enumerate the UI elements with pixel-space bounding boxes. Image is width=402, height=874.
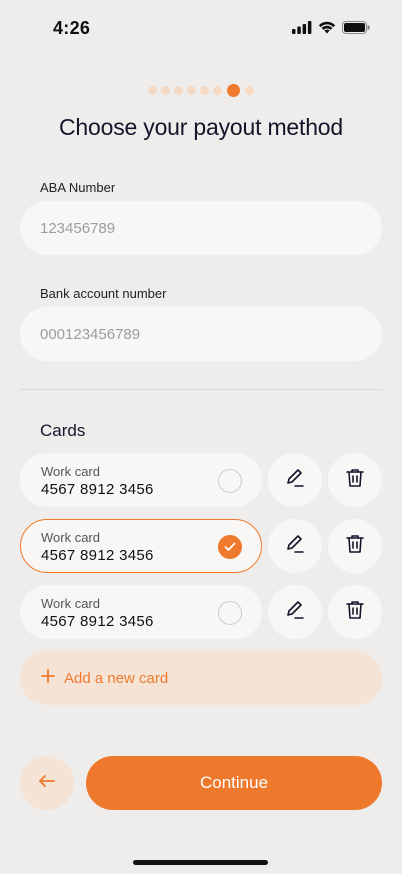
add-card-button[interactable]: Add a new card (20, 651, 382, 705)
add-card-label: Add a new card (64, 669, 169, 687)
card-option[interactable]: Work card 4567 8912 3456 (20, 585, 262, 639)
home-indicator (133, 860, 268, 865)
trash-icon (344, 599, 366, 626)
bank-account-label: Bank account number (40, 286, 167, 301)
progress-dots (0, 84, 402, 97)
delete-card-button[interactable] (328, 453, 382, 507)
continue-button[interactable]: Continue (86, 756, 382, 810)
status-time: 4:26 (53, 18, 91, 38)
card-name: Work card (41, 596, 100, 611)
check-icon (224, 542, 236, 551)
progress-dot (174, 86, 183, 95)
signal-icon (292, 21, 312, 34)
progress-dot (187, 86, 196, 95)
delete-card-button[interactable] (328, 519, 382, 573)
bank-account-input[interactable] (20, 307, 382, 361)
battery-icon (342, 21, 370, 34)
edit-card-button[interactable] (268, 453, 322, 507)
card-name: Work card (41, 530, 100, 545)
status-icons (292, 21, 370, 34)
card-name: Work card (41, 464, 100, 479)
progress-dot (161, 86, 170, 95)
progress-dot-active (227, 84, 240, 97)
aba-label: ABA Number (40, 180, 116, 195)
progress-dot (148, 86, 157, 95)
card-option[interactable]: Work card 4567 8912 3456 (20, 453, 262, 507)
page-title: Choose your payout method (59, 114, 343, 140)
plus-icon (40, 668, 56, 688)
card-number: 4567 8912 3456 (41, 481, 154, 498)
card-row: Work card 4567 8912 3456 (20, 519, 382, 573)
back-button[interactable] (20, 756, 74, 810)
card-number: 4567 8912 3456 (41, 613, 154, 630)
card-radio[interactable] (218, 601, 242, 625)
wifi-icon (318, 21, 336, 34)
card-radio[interactable] (218, 469, 242, 493)
pencil-icon (284, 533, 306, 560)
divider (20, 389, 382, 390)
edit-card-button[interactable] (268, 585, 322, 639)
pencil-icon (284, 599, 306, 626)
card-radio[interactable] (218, 535, 242, 559)
aba-input[interactable] (20, 201, 382, 255)
arrow-left-icon (38, 774, 56, 793)
card-row: Work card 4567 8912 3456 (20, 585, 382, 639)
card-number: 4567 8912 3456 (41, 547, 154, 564)
trash-icon (344, 467, 366, 494)
cards-section-title: Cards (40, 421, 86, 440)
status-bar: 4:26 (0, 0, 402, 58)
trash-icon (344, 533, 366, 560)
card-row: Work card 4567 8912 3456 (20, 453, 382, 507)
edit-card-button[interactable] (268, 519, 322, 573)
pencil-icon (284, 467, 306, 494)
card-option[interactable]: Work card 4567 8912 3456 (20, 519, 262, 573)
progress-dot (245, 86, 254, 95)
delete-card-button[interactable] (328, 585, 382, 639)
progress-dot (213, 86, 222, 95)
progress-dot (200, 86, 209, 95)
